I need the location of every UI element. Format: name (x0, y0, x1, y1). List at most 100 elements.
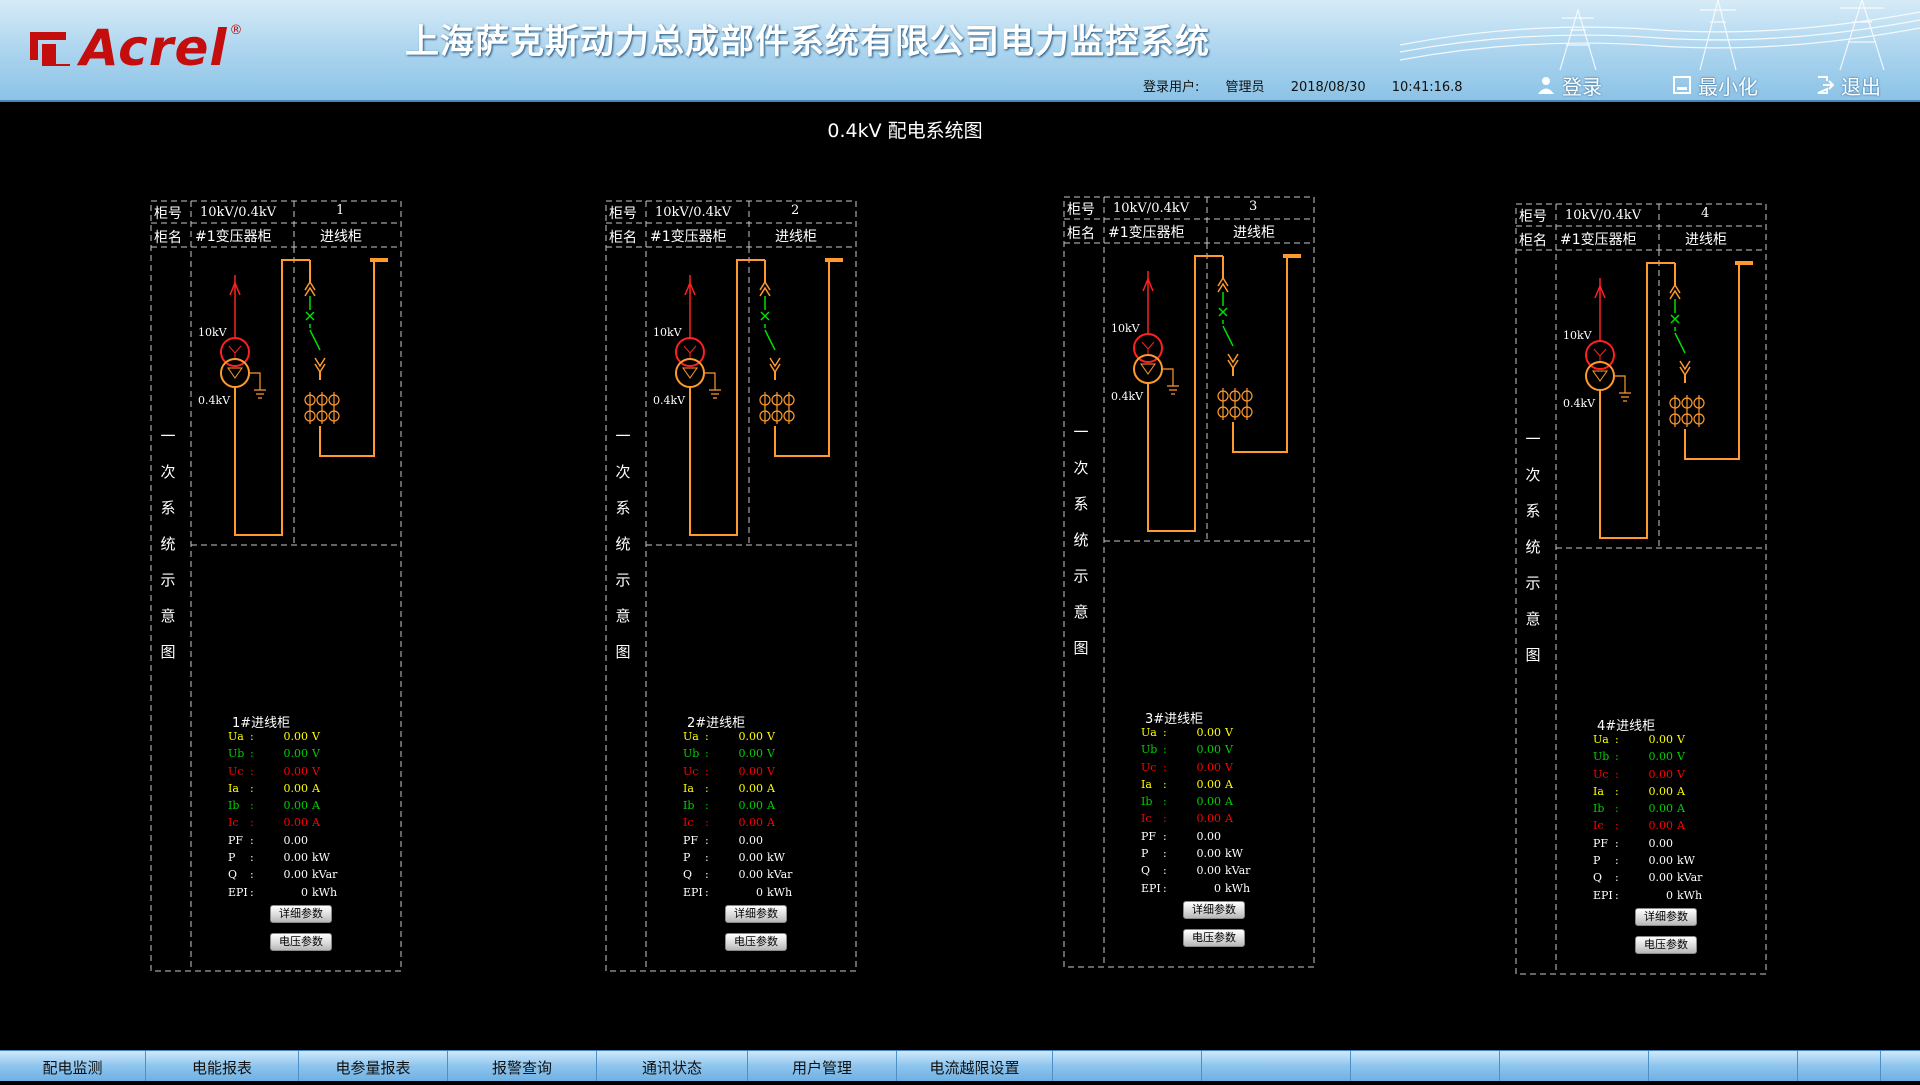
measurement-row-ib: Ib: 0.00 A (1141, 795, 1301, 812)
measurement-value: 0.00 (283, 799, 309, 813)
nav-item-2[interactable]: 电能报表 (146, 1051, 299, 1081)
measurement-row-ic: Ic: 0.00 A (1141, 812, 1301, 829)
system-title: 上海萨克斯动力总成部件系统有限公司电力监控系统 (405, 22, 1210, 62)
measurement-value: 0.00 (1196, 812, 1222, 826)
measurement-label: PF (683, 833, 699, 847)
measurement-colon: : (705, 833, 709, 847)
measurement-label: Ua (1593, 733, 1609, 746)
measurement-row-uc: Uc: 0.00 V (228, 765, 388, 782)
exit-button[interactable]: 退出 (1815, 73, 1881, 99)
voltage-params-button[interactable]: 电压参数 (1183, 929, 1245, 947)
measurement-unit: V (312, 764, 320, 778)
measurement-value: 0 (1666, 888, 1673, 902)
measurement-unit: V (1225, 743, 1233, 757)
acrel-logo-icon (30, 32, 70, 66)
measurement-value: 0.00 (738, 816, 764, 830)
nav-item-12[interactable] (1649, 1051, 1798, 1081)
measurement-row-p: P: 0.00 kW (1593, 854, 1753, 871)
login-button[interactable]: 登录 (1536, 73, 1602, 99)
measurement-value: 0.00 (1648, 733, 1674, 746)
hv-label: 10kV (653, 326, 682, 339)
measurement-unit: A (767, 799, 775, 813)
measurement-label: Ib (1141, 795, 1153, 809)
hv-label: 10kV (198, 326, 227, 339)
measurement-value: 0.00 (283, 816, 309, 830)
measurement-label: Ic (1141, 812, 1152, 826)
measurement-value: 0.00 (283, 868, 309, 882)
login-button-label: 登录 (1562, 74, 1602, 99)
measurement-unit: V (1677, 733, 1685, 746)
measurement-colon: : (705, 868, 709, 882)
measurement-value: 0.00 (1648, 750, 1674, 764)
measurement-value: 0.00 (738, 833, 764, 847)
cabinet-panel-4: 柜号 10kV/0.4kV 4 柜名 #1变压器柜 进线柜 一次系统示意图 10… (1515, 203, 1767, 975)
measurement-label: Ic (1593, 819, 1604, 833)
nav-item-6[interactable]: 用户管理 (748, 1051, 897, 1081)
voltage-params-button[interactable]: 电压参数 (270, 933, 332, 951)
measurement-unit: kWh (312, 885, 338, 899)
cabinet-number: 4 (1701, 206, 1710, 221)
measurement-label: Uc (1593, 767, 1609, 781)
minimize-button[interactable]: 最小化 (1672, 73, 1758, 99)
cabinet-number: 2 (791, 203, 800, 218)
minimize-button-label: 最小化 (1698, 74, 1758, 99)
detail-params-button[interactable]: 详细参数 (1635, 908, 1697, 926)
nav-item-5[interactable]: 通讯状态 (597, 1051, 748, 1081)
voltage-level: 10kV/0.4kV (200, 205, 277, 220)
measurement-row-ua: Ua: 0.00 V (228, 730, 388, 747)
measurement-label: Ic (683, 816, 694, 830)
measurement-value: 0.00 (283, 747, 309, 761)
voltage-params-button[interactable]: 电压参数 (725, 933, 787, 951)
measurement-label: PF (228, 833, 244, 847)
measurement-colon: : (1163, 864, 1167, 878)
minimize-icon (1673, 76, 1691, 94)
measurement-colon: : (1163, 777, 1167, 791)
vertical-label-char: 示 (1525, 574, 1541, 592)
measurement-label: Ia (683, 781, 694, 795)
measurement-unit: kW (1225, 847, 1243, 861)
nav-item-8[interactable] (1053, 1051, 1202, 1081)
nav-item-4[interactable]: 报警查询 (448, 1051, 597, 1081)
primary-system-diagram-label: 一次系统示意图 (1523, 421, 1543, 673)
nav-item-10[interactable] (1351, 1051, 1500, 1081)
measurement-row-ub: Ub: 0.00 V (1593, 750, 1753, 767)
measurement-value: 0.00 (1648, 767, 1674, 781)
nav-item-1[interactable]: 配电监测 (0, 1051, 146, 1081)
nav-item-9[interactable] (1202, 1051, 1351, 1081)
measurement-row-ic: Ic: 0.00 A (683, 816, 843, 833)
nav-item-3[interactable]: 电参量报表 (299, 1051, 448, 1081)
voltage-params-button[interactable]: 电压参数 (1635, 936, 1697, 954)
measurement-label: Q (228, 868, 238, 882)
nav-item-7[interactable]: 电流越限设置 (897, 1051, 1053, 1081)
single-line-diagram (1133, 254, 1301, 532)
nav-item-13[interactable] (1798, 1051, 1881, 1081)
vertical-label-char: 示 (1073, 567, 1089, 585)
detail-params-button[interactable]: 详细参数 (725, 905, 787, 923)
measurement-value: 0.00 (1196, 760, 1222, 774)
hv-label: 10kV (1563, 329, 1592, 342)
measurement-value: 0.00 (283, 781, 309, 795)
measurement-unit: kWh (1677, 888, 1703, 902)
detail-params-button[interactable]: 详细参数 (1183, 901, 1245, 919)
measurement-value: 0.00 (1196, 777, 1222, 791)
measurement-unit: A (1677, 802, 1685, 816)
detail-params-button[interactable]: 详细参数 (270, 905, 332, 923)
measurement-unit: A (767, 781, 775, 795)
measurement-colon: : (1615, 733, 1619, 746)
measurement-row-ia: Ia: 0.00 A (228, 782, 388, 799)
vertical-label-char: 意 (615, 607, 631, 625)
vertical-label-char: 一 (1525, 430, 1541, 448)
vertical-label-char: 一 (615, 427, 631, 445)
measurement-colon: : (250, 868, 254, 882)
measurement-colon: : (705, 730, 709, 743)
app-header: Acrel ® 上海萨克斯动力总成部件系统有限公司电力监控系统 登录用户: 管理… (0, 0, 1920, 102)
measurement-row-q: Q: 0.00 kVar (1593, 871, 1753, 888)
measurement-unit: V (1225, 726, 1233, 739)
nav-item-11[interactable] (1500, 1051, 1649, 1081)
measurement-label: Ub (683, 747, 700, 761)
measurement-row-ub: Ub: 0.00 V (683, 747, 843, 764)
measurement-colon: : (1615, 819, 1619, 833)
measurement-unit: A (1225, 777, 1233, 791)
measurement-unit: kVar (1677, 871, 1703, 885)
measurement-unit: A (1225, 795, 1233, 809)
